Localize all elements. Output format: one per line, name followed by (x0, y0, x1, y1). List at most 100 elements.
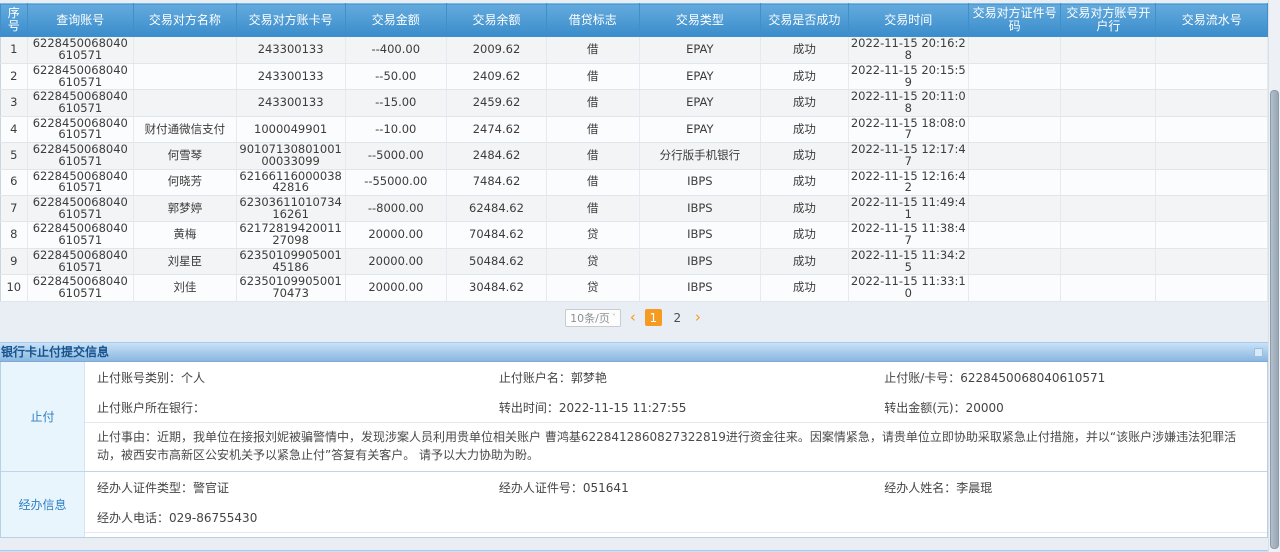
table-cell (1156, 143, 1268, 169)
table-cell: IBPS (639, 222, 761, 248)
table-cell: --55000.00 (345, 169, 446, 195)
column-header: 交易对方名称 (134, 4, 237, 37)
table-cell: 6228450068040610571 (27, 275, 133, 301)
transactions-table-wrap: 序号查询账号交易对方名称交易对方账卡号交易金额交易余额借贷标志交易类型交易是否成… (0, 3, 1268, 302)
table-cell: 30484.62 (446, 275, 546, 301)
table-cell: 2009.62 (446, 37, 546, 63)
table-cell: 2022-11-15 20:15:59 (848, 63, 968, 89)
table-cell (1156, 116, 1268, 142)
table-cell: 借 (547, 63, 639, 89)
table-cell: 借 (547, 116, 639, 142)
table-row: 26228450068040610571 243300133--50.002409… (1, 63, 1268, 89)
column-header: 序号 (1, 4, 28, 37)
stop-payment-section-header[interactable]: 银行卡止付提交信息 (0, 342, 1268, 362)
table-cell (968, 196, 1060, 222)
column-header: 交易类型 (639, 4, 761, 37)
table-cell (1061, 169, 1156, 195)
table-cell: 贷 (547, 275, 639, 301)
column-header: 借贷标志 (547, 4, 639, 37)
table-cell (968, 275, 1060, 301)
table-cell: 刘星臣 (134, 248, 237, 274)
table-cell: 7 (1, 196, 28, 222)
table-cell: 2459.62 (446, 90, 546, 116)
table-cell (1061, 90, 1156, 116)
table-cell: 10 (1, 275, 28, 301)
table-cell: 成功 (761, 116, 848, 142)
handler-cert-no-field: 经办人证件号：051641 (487, 472, 872, 502)
page-button-2[interactable]: 2 (669, 309, 686, 326)
stop-payment-system-page: 序号查询账号交易对方名称交易对方账卡号交易金额交易余额借贷标志交易类型交易是否成… (0, 0, 1280, 552)
table-cell: 9010713080100100033099 (236, 143, 345, 169)
column-header: 交易时间 (848, 4, 968, 37)
page-size-select[interactable]: 10条/页 ˅ (565, 309, 621, 327)
table-cell: 70484.62 (446, 222, 546, 248)
table-cell: 黄梅 (134, 222, 237, 248)
column-header: 交易流水号 (1156, 4, 1268, 37)
table-cell: 6217281942001127098 (236, 222, 345, 248)
stop-payment-group-label: 止付 (1, 362, 85, 471)
table-cell: 243300133 (236, 63, 345, 89)
table-cell: 成功 (761, 63, 848, 89)
table-cell: 2022-11-15 18:08:07 (848, 116, 968, 142)
table-cell (1061, 275, 1156, 301)
column-header: 查询账号 (27, 4, 133, 37)
table-cell: 6228450068040610571 (27, 222, 133, 248)
table-cell: 成功 (761, 143, 848, 169)
handler-name-field: 经办人姓名：李晨琨 (872, 472, 1267, 502)
handler-group: 经办信息 经办人证件类型：警官证 经办人证件号：051641 经办人姓名：李晨琨… (1, 471, 1267, 537)
table-cell: --10.00 (345, 116, 446, 142)
card-no-field: 止付账/卡号：6228450068040610571 (872, 362, 1267, 392)
page-size-label: 10条/页 (570, 310, 610, 326)
table-cell: --15.00 (345, 90, 446, 116)
table-cell: 3 (1, 90, 28, 116)
table-cell: 243300133 (236, 90, 345, 116)
prev-page-button[interactable]: ‹ (628, 310, 638, 325)
table-row: 86228450068040610571黄梅621728194200112709… (1, 222, 1268, 248)
table-cell: 2409.62 (446, 63, 546, 89)
table-cell: 成功 (761, 248, 848, 274)
handler-phone-field: 经办人电话：029-86755430 (85, 502, 487, 532)
vertical-scrollbar[interactable] (1268, 0, 1280, 552)
next-page-button[interactable]: › (693, 310, 703, 325)
table-cell: 贷 (547, 222, 639, 248)
table-cell: 借 (547, 169, 639, 195)
table-cell (1061, 143, 1156, 169)
bank-field: 止付账户所在银行： (85, 392, 487, 422)
table-cell: 2484.62 (446, 143, 546, 169)
pagination: 10条/页 ˅ ‹ 1 2 › (0, 306, 1268, 330)
table-cell: --50.00 (345, 63, 446, 89)
table-cell (968, 90, 1060, 116)
table-cell: 6216611600003842816 (236, 169, 345, 195)
table-cell: --400.00 (345, 37, 446, 63)
table-cell (968, 169, 1060, 195)
table-cell: 成功 (761, 90, 848, 116)
table-cell: 6228450068040610571 (27, 63, 133, 89)
collapse-icon[interactable] (1254, 348, 1263, 357)
table-cell: 2022-11-15 11:38:47 (848, 222, 968, 248)
table-cell: 6228450068040610571 (27, 196, 133, 222)
scrollbar-thumb[interactable] (1270, 90, 1279, 549)
table-cell: 2022-11-15 12:17:47 (848, 143, 968, 169)
table-cell: 20000.00 (345, 248, 446, 274)
column-header: 交易对方账卡号 (236, 4, 345, 37)
column-header: 交易余额 (446, 4, 546, 37)
table-row: 56228450068040610571何雪琴90107130801001000… (1, 143, 1268, 169)
table-cell: 6228450068040610571 (27, 143, 133, 169)
table-cell: 2 (1, 63, 28, 89)
table-cell: 7484.62 (446, 169, 546, 195)
table-cell (1156, 90, 1268, 116)
table-cell: IBPS (639, 275, 761, 301)
table-cell: --5000.00 (345, 143, 446, 169)
column-header: 交易金额 (345, 4, 446, 37)
table-cell: EPAY (639, 90, 761, 116)
table-cell: 20000.00 (345, 222, 446, 248)
table-cell: 借 (547, 90, 639, 116)
page-button-1[interactable]: 1 (645, 309, 662, 326)
table-row: 46228450068040610571财付通微信支付1000049901--1… (1, 116, 1268, 142)
table-cell: 5 (1, 143, 28, 169)
table-cell (1156, 196, 1268, 222)
table-cell: 243300133 (236, 37, 345, 63)
table-cell: 成功 (761, 222, 848, 248)
table-cell: 成功 (761, 169, 848, 195)
table-cell: 2474.62 (446, 116, 546, 142)
